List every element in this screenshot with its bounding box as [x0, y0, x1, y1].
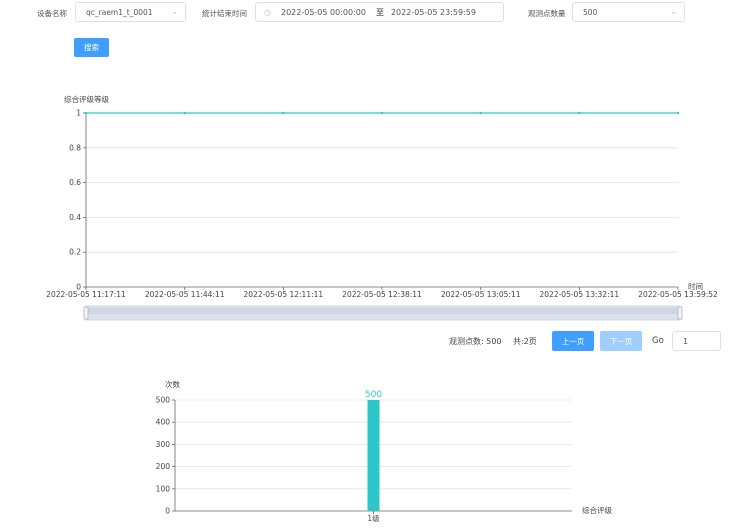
x-tick-label: 2022-05-05 13:05:11 — [441, 290, 521, 299]
y-tick-label: 500 — [156, 396, 171, 405]
start-time-input[interactable]: 2022-05-05 00:00:00 — [281, 8, 366, 17]
data-point — [676, 111, 680, 115]
y-axis-title: 次数 — [165, 379, 180, 389]
data-point — [183, 111, 186, 115]
x-axis-title: 综合评级 — [582, 505, 612, 515]
device-label: 设备名称 — [37, 9, 67, 18]
data-point — [578, 111, 581, 115]
y-axis-title: 综合评级等级 — [64, 94, 109, 104]
chevron-down-icon: ⌄ — [171, 7, 178, 16]
bar-data-label: 500 — [365, 390, 382, 400]
search-button[interactable]: 搜索 — [74, 38, 109, 57]
prev-page-button[interactable]: 上一页 — [552, 331, 594, 351]
date-range-picker[interactable]: ◷ 2022-05-05 00:00:00 至 2022-05-05 23:59… — [255, 2, 504, 22]
line-chart: 00.20.40.60.81 2022-05-05 11:17:11 2022-0… — [46, 94, 718, 321]
chevron-down-icon: ⌄ — [670, 7, 677, 16]
x-tick-label: 2022-05-05 13:32:11 — [540, 290, 620, 299]
x-tick-label: 2022-05-05 11:44:11 — [145, 290, 225, 299]
y-tick-label: 100 — [156, 484, 171, 493]
next-page-button[interactable]: 下一页 — [600, 331, 642, 351]
bar — [367, 400, 380, 511]
zoom-slider-fill — [86, 308, 680, 314]
data-point — [380, 111, 384, 115]
data-point — [479, 111, 482, 115]
y-tick-label: 1 — [76, 109, 81, 118]
count-select-value: 500 — [583, 7, 598, 17]
points-count-text: 观测点数: 500 — [449, 337, 502, 346]
range-separator: 至 — [375, 7, 384, 17]
go-label: Go — [652, 336, 664, 346]
time-label: 统计结束时间 — [202, 9, 247, 18]
y-tick-label: 400 — [156, 418, 171, 427]
y-tick-label: 0.6 — [69, 178, 81, 187]
y-tick-label: 200 — [156, 462, 171, 471]
y-tick-label: 0.2 — [69, 248, 81, 257]
x-tick-label: 2022-05-05 12:11:11 — [244, 290, 324, 299]
y-tick-label: 0.4 — [69, 213, 81, 222]
x-axis-title: 时间 — [688, 281, 703, 291]
device-select[interactable]: qc_raem1_t_0001 ⌄ — [75, 2, 186, 22]
clock-icon: ◷ — [264, 7, 271, 17]
page-count-text: 共:2页 — [513, 337, 537, 346]
bar-chart: 0 100 200 300 400 500 500 1级 次数 综合评级 — [156, 379, 613, 523]
y-tick-label: 0.8 — [69, 143, 81, 152]
y-tick-label: 0 — [165, 507, 170, 516]
x-tick-label: 2022-05-05 11:17:11 — [46, 290, 126, 299]
page-input-value: 1 — [683, 336, 689, 346]
page-input[interactable]: 1 — [672, 331, 721, 351]
count-label: 观测点数量 — [528, 9, 566, 18]
x-tick-label: 1级 — [367, 513, 380, 523]
zoom-handle-right[interactable] — [677, 306, 683, 320]
end-time-input[interactable]: 2022-05-05 23:59:59 — [391, 8, 476, 17]
count-select[interactable]: 500 ⌄ — [572, 2, 685, 22]
device-select-value: qc_raem1_t_0001 — [86, 7, 153, 17]
data-point — [282, 111, 285, 115]
y-tick-label: 300 — [156, 440, 171, 449]
x-tick-label: 2022-05-05 12:38:11 — [342, 290, 422, 299]
x-tick-label: 2022-05-05 13:59:52 — [638, 290, 718, 299]
zoom-handle-left[interactable] — [83, 306, 89, 320]
data-point — [84, 111, 88, 115]
